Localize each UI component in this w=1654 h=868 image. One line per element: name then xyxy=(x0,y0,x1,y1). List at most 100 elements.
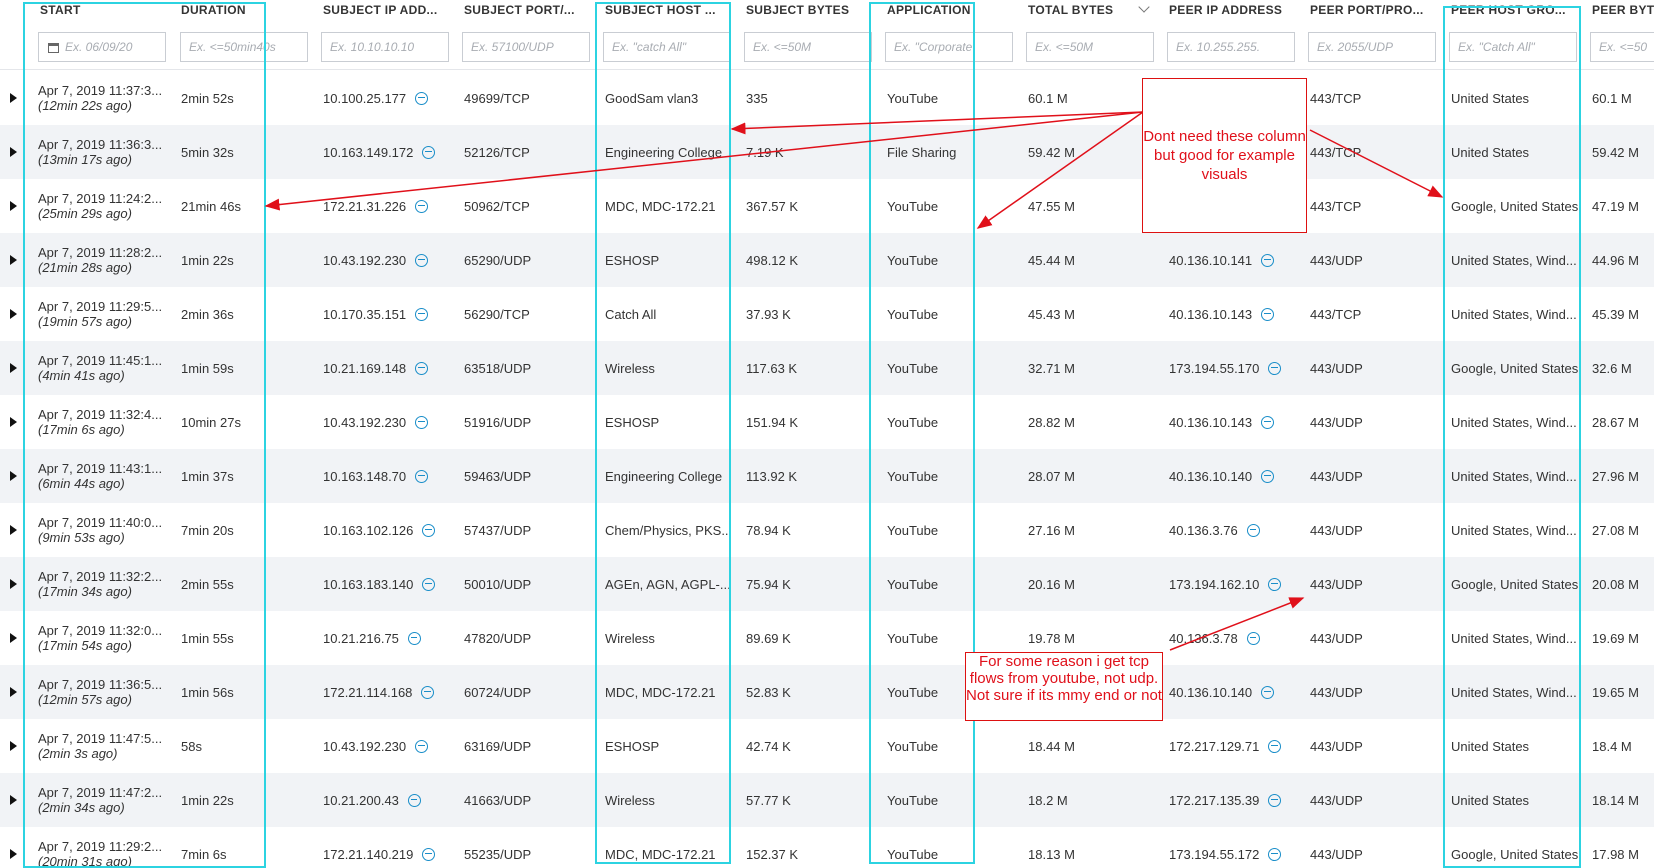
table-row[interactable]: Apr 7, 2019 11:36:5... (12min 57s ago) 1… xyxy=(0,665,1654,719)
peer-ip-link[interactable]: 40.136.3.76 xyxy=(1169,523,1238,538)
peer-ip-link[interactable]: 40.136.10.143 xyxy=(1169,307,1252,322)
expand-row-caret-icon[interactable] xyxy=(10,309,17,319)
cell-peer-host[interactable]: United States, Wind... xyxy=(1451,449,1581,503)
column-header-peer-bytes[interactable]: PEER BYTES xyxy=(1592,0,1654,22)
table-row[interactable]: Apr 7, 2019 11:29:2... (20min 31s ago) 7… xyxy=(0,827,1654,868)
cell-subject-ip[interactable]: 10.21.169.148 xyxy=(323,341,458,395)
ip-info-icon[interactable] xyxy=(415,469,429,483)
cell-subject-ip[interactable]: 10.163.149.172 xyxy=(323,125,458,179)
ip-info-icon[interactable] xyxy=(421,685,435,699)
cell-subject-host[interactable]: MDC, MDC-172.21 xyxy=(605,665,729,719)
expand-row-caret-icon[interactable] xyxy=(10,93,17,103)
ip-info-icon[interactable] xyxy=(1261,469,1275,483)
expand-row-caret-icon[interactable] xyxy=(10,417,17,427)
cell-subject-ip[interactable]: 172.21.114.168 xyxy=(323,665,458,719)
cell-peer-host[interactable]: United States xyxy=(1451,125,1581,179)
table-row[interactable]: Apr 7, 2019 11:40:0... (9min 53s ago) 7m… xyxy=(0,503,1654,557)
table-row[interactable]: Apr 7, 2019 11:37:3... (12min 22s ago) 2… xyxy=(0,71,1654,125)
cell-subject-host[interactable]: ESHOSP xyxy=(605,719,729,773)
column-header-total-bytes[interactable]: TOTAL BYTES xyxy=(1028,0,1156,22)
ip-info-icon[interactable] xyxy=(415,253,429,267)
cell-peer-host[interactable]: United States, Wind... xyxy=(1451,611,1581,665)
subject-ip-link[interactable]: 10.163.149.172 xyxy=(323,145,413,160)
peer-ip-link[interactable]: 173.194.162.10 xyxy=(1169,577,1259,592)
ip-info-icon[interactable] xyxy=(415,199,429,213)
ip-info-icon[interactable] xyxy=(422,577,436,591)
subject-ip-link[interactable]: 10.170.35.151 xyxy=(323,307,406,322)
ip-info-icon[interactable] xyxy=(1261,415,1275,429)
cell-subject-ip[interactable]: 10.163.102.126 xyxy=(323,503,458,557)
subject-ip-link[interactable]: 10.43.192.230 xyxy=(323,415,406,430)
expand-row-caret-icon[interactable] xyxy=(10,147,17,157)
cell-subject-host[interactable]: MDC, MDC-172.21 xyxy=(605,179,729,233)
cell-subject-ip[interactable]: 10.43.192.230 xyxy=(323,395,458,449)
cell-peer-ip[interactable]: 173.194.55.172 xyxy=(1169,827,1304,868)
column-header-peer-ip[interactable]: PEER IP ADDRESS xyxy=(1169,0,1297,22)
table-row[interactable]: Apr 7, 2019 11:29:5... (19min 57s ago) 2… xyxy=(0,287,1654,341)
ip-info-icon[interactable] xyxy=(407,793,421,807)
filter-subject-host-input[interactable] xyxy=(603,32,731,62)
cell-peer-host[interactable]: United States, Wind... xyxy=(1451,665,1581,719)
filter-duration-input[interactable] xyxy=(180,32,308,62)
cell-peer-ip[interactable]: 173.194.162.10 xyxy=(1169,557,1304,611)
cell-subject-host[interactable]: ESHOSP xyxy=(605,395,729,449)
table-row[interactable]: Apr 7, 2019 11:47:2... (2min 34s ago) 1m… xyxy=(0,773,1654,827)
subject-ip-link[interactable]: 10.21.216.75 xyxy=(323,631,399,646)
calendar-icon[interactable] xyxy=(48,43,59,53)
cell-peer-host[interactable]: United States, Wind... xyxy=(1451,233,1581,287)
cell-peer-ip[interactable]: 172.217.135.39 xyxy=(1169,773,1304,827)
expand-row-caret-icon[interactable] xyxy=(10,849,17,859)
filter-peer-host-input[interactable] xyxy=(1449,32,1577,62)
peer-ip-link[interactable]: 173.194.55.172 xyxy=(1169,847,1259,862)
ip-info-icon[interactable] xyxy=(1261,307,1275,321)
table-row[interactable]: Apr 7, 2019 11:28:2... (21min 28s ago) 1… xyxy=(0,233,1654,287)
cell-peer-ip[interactable]: 40.136.10.143 xyxy=(1169,287,1304,341)
cell-peer-ip[interactable]: 40.136.10.140 xyxy=(1169,449,1304,503)
cell-peer-ip[interactable]: 40.136.3.76 xyxy=(1169,503,1304,557)
filter-application-input[interactable] xyxy=(885,32,1013,62)
ip-info-icon[interactable] xyxy=(422,847,436,861)
subject-ip-link[interactable]: 10.43.192.230 xyxy=(323,739,406,754)
table-row[interactable]: Apr 7, 2019 11:32:2... (17min 34s ago) 2… xyxy=(0,557,1654,611)
expand-row-caret-icon[interactable] xyxy=(10,471,17,481)
cell-subject-ip[interactable]: 10.163.183.140 xyxy=(323,557,458,611)
peer-ip-link[interactable]: 40.136.3.78 xyxy=(1169,631,1238,646)
cell-peer-host[interactable]: United States xyxy=(1451,719,1581,773)
cell-subject-host[interactable]: Wireless xyxy=(605,773,729,827)
expand-row-caret-icon[interactable] xyxy=(10,255,17,265)
column-header-subject-ip[interactable]: SUBJECT IP ADD... xyxy=(323,0,451,22)
column-header-peer-port[interactable]: PEER PORT/PRO... xyxy=(1310,0,1438,22)
ip-info-icon[interactable] xyxy=(415,361,429,375)
cell-peer-host[interactable]: Google, United States xyxy=(1451,341,1581,395)
ip-info-icon[interactable] xyxy=(415,739,429,753)
column-header-subject-host[interactable]: SUBJECT HOST ... xyxy=(605,0,727,22)
cell-subject-host[interactable]: Catch All xyxy=(605,287,729,341)
cell-peer-host[interactable]: United States, Wind... xyxy=(1451,395,1581,449)
subject-ip-link[interactable]: 10.100.25.177 xyxy=(323,91,406,106)
cell-subject-ip[interactable]: 10.43.192.230 xyxy=(323,719,458,773)
cell-subject-ip[interactable]: 10.170.35.151 xyxy=(323,287,458,341)
cell-peer-host[interactable]: United States xyxy=(1451,773,1581,827)
peer-ip-link[interactable]: 172.217.129.71 xyxy=(1169,739,1259,754)
ip-info-icon[interactable] xyxy=(1246,523,1260,537)
subject-ip-link[interactable]: 10.163.183.140 xyxy=(323,577,413,592)
cell-peer-host[interactable]: United States, Wind... xyxy=(1451,287,1581,341)
table-row[interactable]: Apr 7, 2019 11:36:3... (13min 17s ago) 5… xyxy=(0,125,1654,179)
cell-peer-host[interactable]: Google, United States xyxy=(1451,179,1581,233)
column-header-start[interactable]: START xyxy=(40,0,160,22)
column-header-subject-port[interactable]: SUBJECT PORT/... xyxy=(464,0,592,22)
cell-peer-host[interactable]: United States, Wind... xyxy=(1451,503,1581,557)
cell-peer-ip[interactable]: 40.136.10.141 xyxy=(1169,233,1304,287)
peer-ip-link[interactable]: 172.217.135.39 xyxy=(1169,793,1259,808)
filter-peer-ip-input[interactable] xyxy=(1167,32,1295,62)
ip-info-icon[interactable] xyxy=(1268,739,1282,753)
cell-subject-host[interactable]: Engineering College xyxy=(605,125,729,179)
ip-info-icon[interactable] xyxy=(1268,361,1282,375)
filter-subject-bytes-input[interactable] xyxy=(744,32,872,62)
subject-ip-link[interactable]: 10.163.148.70 xyxy=(323,469,406,484)
ip-info-icon[interactable] xyxy=(1268,577,1282,591)
cell-subject-host[interactable]: GoodSam vlan3 xyxy=(605,71,729,125)
ip-info-icon[interactable] xyxy=(415,415,429,429)
column-header-application[interactable]: APPLICATION xyxy=(887,0,997,22)
filter-total-bytes-input[interactable] xyxy=(1026,32,1154,62)
